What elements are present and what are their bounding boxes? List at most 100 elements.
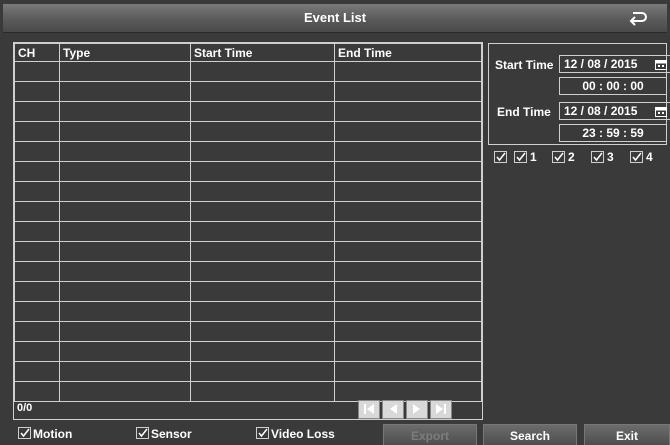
calendar-icon[interactable] [655, 58, 667, 70]
end-time-field[interactable]: 23 : 59 : 59 [559, 124, 667, 142]
channel-3-checkbox[interactable] [591, 151, 604, 163]
back-icon[interactable] [627, 8, 649, 28]
table-row[interactable] [14, 321, 482, 342]
export-button[interactable]: Export [383, 424, 477, 445]
motion-label: Motion [33, 427, 73, 441]
first-page-button[interactable] [358, 400, 380, 419]
start-date-field[interactable]: 12 / 08 / 2015 [559, 55, 670, 73]
table-cell [190, 361, 335, 382]
motion-checkbox[interactable] [18, 427, 31, 439]
column-header-end-time: End Time [334, 43, 482, 62]
table-row[interactable] [14, 301, 482, 322]
table-row[interactable] [14, 101, 482, 122]
table-cell [14, 61, 60, 82]
table-cell [334, 241, 482, 262]
table-cell [14, 141, 60, 162]
start-date-value: 12 / 08 / 2015 [564, 57, 638, 71]
channel-2-checkbox[interactable] [552, 151, 565, 163]
table-row[interactable] [14, 141, 482, 162]
table-cell [190, 161, 335, 182]
table-cell [334, 181, 482, 202]
table-cell [334, 121, 482, 142]
end-time-label: End Time [497, 105, 551, 119]
table-cell [334, 101, 482, 122]
table-row[interactable] [14, 161, 482, 182]
table-row[interactable] [14, 361, 482, 382]
table-cell [59, 321, 191, 342]
end-date-field[interactable]: 12 / 08 / 2015 [559, 102, 670, 120]
table-cell [190, 81, 335, 102]
all-channels-checkbox[interactable] [494, 151, 507, 163]
title-bar: Event List [3, 4, 667, 33]
table-cell [190, 281, 335, 302]
table-cell [334, 341, 482, 362]
table-cell [190, 141, 335, 162]
exit-button[interactable]: Exit [584, 424, 670, 445]
table-row[interactable] [14, 121, 482, 142]
table-cell [334, 201, 482, 222]
table-cell [59, 261, 191, 282]
search-button[interactable]: Search [483, 424, 577, 445]
start-time-label: Start Time [495, 58, 554, 72]
sensor-checkbox[interactable] [136, 427, 149, 439]
calendar-icon[interactable] [655, 105, 667, 117]
table-cell [334, 361, 482, 382]
table-row[interactable] [14, 281, 482, 302]
table-cell [14, 301, 60, 322]
table-cell [59, 61, 191, 82]
table-cell [190, 181, 335, 202]
table-cell [59, 301, 191, 322]
table-row[interactable] [14, 201, 482, 222]
channel-4-label: 4 [646, 150, 653, 164]
start-time-field[interactable]: 00 : 00 : 00 [559, 77, 667, 95]
table-cell [59, 361, 191, 382]
next-page-button[interactable] [406, 400, 428, 419]
table-cell [334, 301, 482, 322]
column-header-type: Type [59, 43, 191, 62]
table-row[interactable] [14, 241, 482, 262]
table-cell [14, 281, 60, 302]
channel-2-label: 2 [568, 150, 575, 164]
table-row[interactable] [14, 221, 482, 242]
table-cell [14, 321, 60, 342]
last-page-button[interactable] [430, 400, 452, 419]
table-header-row: CH Type Start Time End Time [14, 43, 482, 62]
table-cell [334, 261, 482, 282]
table-cell [190, 241, 335, 262]
table-row[interactable] [14, 181, 482, 202]
table-cell [14, 241, 60, 262]
table-cell [14, 221, 60, 242]
column-header-ch: CH [14, 43, 60, 62]
table-cell [59, 241, 191, 262]
table-row[interactable] [14, 341, 482, 362]
video-loss-checkbox[interactable] [256, 427, 269, 439]
event-list-panel: CH Type Start Time End Time 0/0 [13, 42, 483, 420]
prev-page-button[interactable] [382, 400, 404, 419]
list-footer: 0/0 [14, 399, 482, 419]
page-title: Event List [303, 10, 367, 25]
table-row[interactable] [14, 261, 482, 282]
table-cell [334, 161, 482, 182]
table-cell [334, 281, 482, 302]
sensor-label: Sensor [151, 427, 192, 441]
event-table: CH Type Start Time End Time [14, 43, 482, 402]
video-loss-label: Video Loss [271, 427, 335, 441]
table-cell [59, 121, 191, 142]
channel-3-label: 3 [607, 150, 614, 164]
table-cell [190, 201, 335, 222]
channel-1-checkbox[interactable] [514, 151, 527, 163]
table-cell [59, 181, 191, 202]
event-list-screen: Event List CH Type Start Time End Time 0… [0, 0, 670, 445]
table-cell [190, 261, 335, 282]
search-filter-panel: Start Time 12 / 08 / 2015 00 : 00 : 00 E… [488, 43, 670, 145]
table-cell [334, 221, 482, 242]
table-cell [59, 281, 191, 302]
channel-4-checkbox[interactable] [630, 151, 643, 163]
channel-1-label: 1 [530, 150, 537, 164]
table-row[interactable] [14, 61, 482, 82]
channel-selector: 1 2 3 4 [490, 149, 665, 167]
table-row[interactable] [14, 81, 482, 102]
table-cell [190, 341, 335, 362]
table-cell [59, 101, 191, 122]
table-cell [334, 141, 482, 162]
